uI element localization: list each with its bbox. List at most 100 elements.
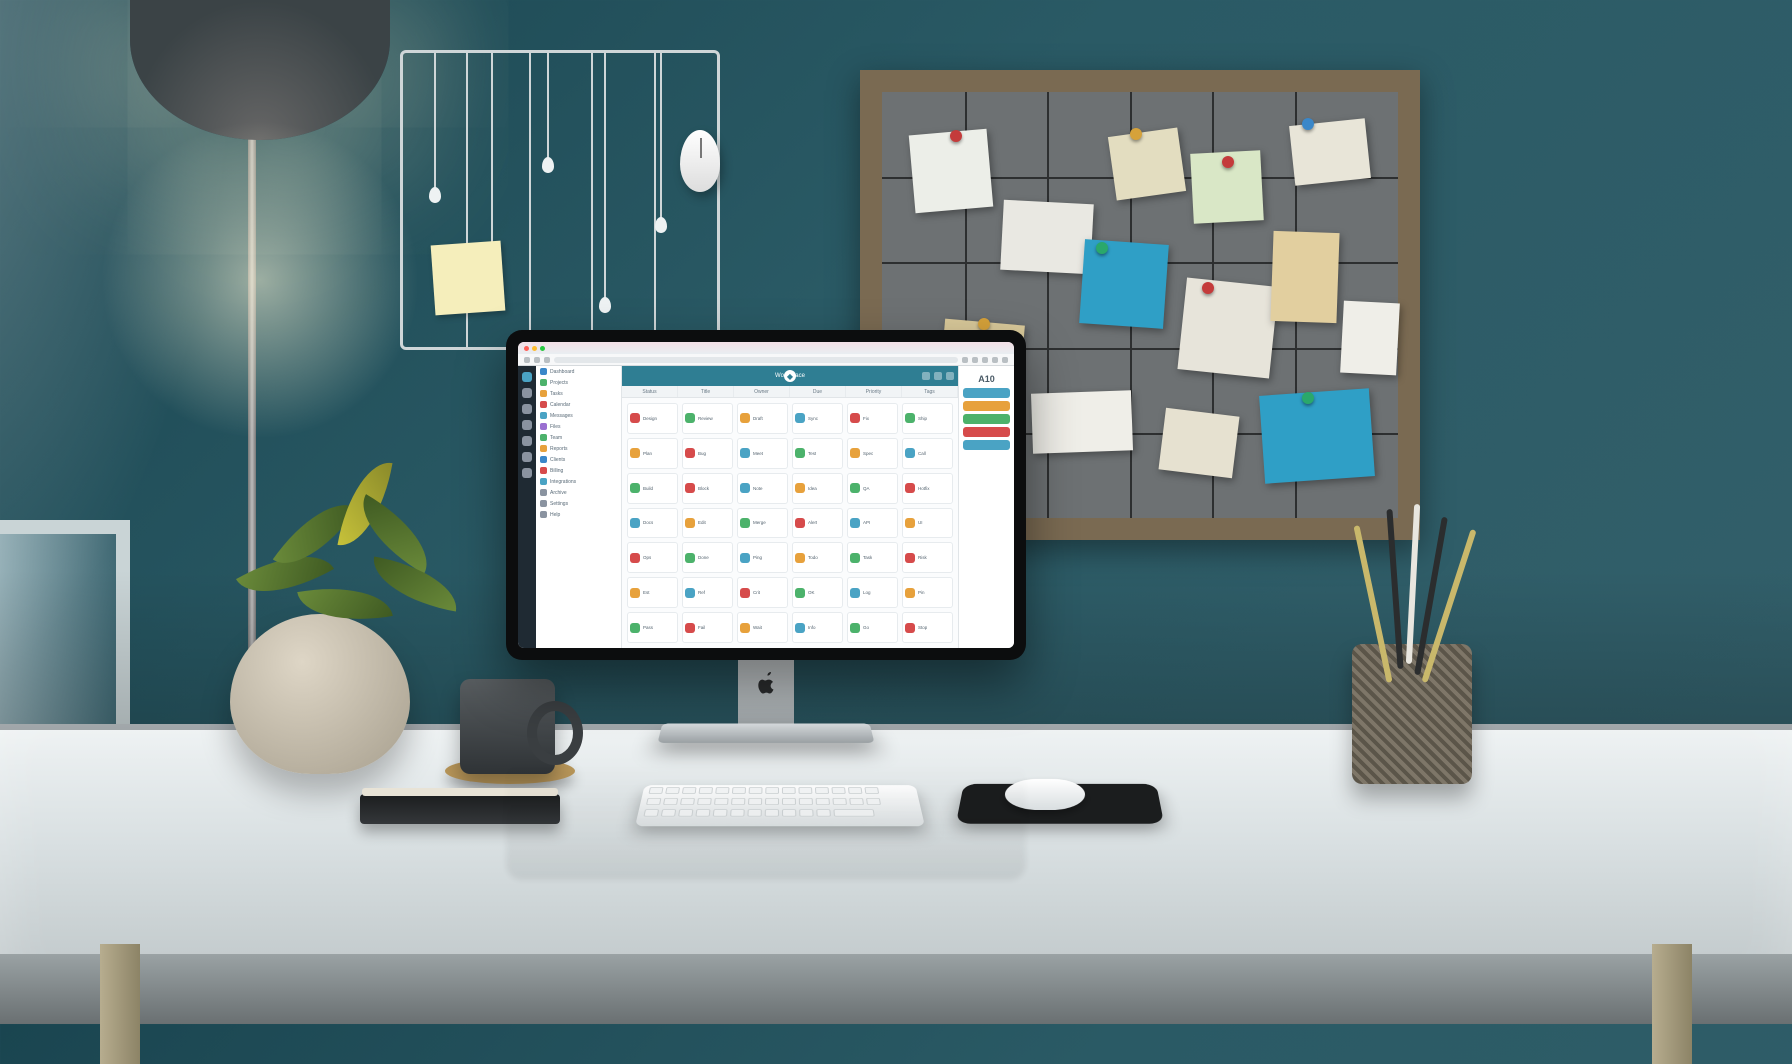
card[interactable]: Pass <box>627 612 678 643</box>
extension-icon[interactable] <box>982 357 988 363</box>
card[interactable]: Meet <box>737 438 788 469</box>
sidebar-item[interactable]: Help <box>536 509 621 520</box>
card-grid[interactable]: DesignReviewDraftSyncFixShipPlanBugMeetT… <box>622 398 958 648</box>
card[interactable]: Note <box>737 473 788 504</box>
card[interactable]: Build <box>627 473 678 504</box>
chat-icon[interactable] <box>522 388 532 398</box>
status-badge <box>905 448 915 458</box>
card[interactable]: Review <box>682 403 733 434</box>
column-header[interactable]: Due <box>790 386 846 397</box>
sidebar-item[interactable]: Reports <box>536 443 621 454</box>
sidebar-item[interactable]: Integrations <box>536 476 621 487</box>
sidebar-item[interactable]: Projects <box>536 377 621 388</box>
card[interactable]: OK <box>792 577 843 608</box>
sidebar-item[interactable]: Clients <box>536 454 621 465</box>
card[interactable]: Fix <box>847 403 898 434</box>
card[interactable]: Todo <box>792 542 843 573</box>
card[interactable]: Docs <box>627 508 678 539</box>
forward-icon[interactable] <box>534 357 540 363</box>
card[interactable]: Hotfix <box>902 473 953 504</box>
menu-icon[interactable] <box>1002 357 1008 363</box>
window-minimize-icon[interactable] <box>532 346 537 351</box>
card[interactable]: Design <box>627 403 678 434</box>
card[interactable]: Plan <box>627 438 678 469</box>
card[interactable]: Edit <box>682 508 733 539</box>
extension-icon[interactable] <box>962 357 968 363</box>
sidebar-item[interactable]: Billing <box>536 465 621 476</box>
card[interactable]: Pin <box>902 577 953 608</box>
card[interactable]: Crit <box>737 577 788 608</box>
status-badge <box>850 553 860 563</box>
pinned-note <box>1031 390 1133 453</box>
bell-icon[interactable] <box>934 372 942 380</box>
card[interactable]: Idea <box>792 473 843 504</box>
app-logo-icon[interactable]: ◆ <box>784 370 796 382</box>
card[interactable]: Ship <box>902 403 953 434</box>
card[interactable]: Draft <box>737 403 788 434</box>
card[interactable]: Merge <box>737 508 788 539</box>
card[interactable]: QA <box>847 473 898 504</box>
window-close-icon[interactable] <box>524 346 529 351</box>
filter-chip[interactable] <box>963 440 1010 450</box>
card[interactable]: Log <box>847 577 898 608</box>
column-header[interactable]: Status <box>622 386 678 397</box>
card[interactable]: Info <box>792 612 843 643</box>
card[interactable]: Task <box>847 542 898 573</box>
card[interactable]: Go <box>847 612 898 643</box>
card[interactable]: Test <box>792 438 843 469</box>
card[interactable]: Fail <box>682 612 733 643</box>
search-icon[interactable] <box>922 372 930 380</box>
sidebar-item[interactable]: Archive <box>536 487 621 498</box>
card[interactable]: Done <box>682 542 733 573</box>
filter-chip[interactable] <box>963 401 1010 411</box>
sidebar-item[interactable]: Messages <box>536 410 621 421</box>
card[interactable]: Ping <box>737 542 788 573</box>
card[interactable]: Call <box>902 438 953 469</box>
card[interactable]: UI <box>902 508 953 539</box>
card[interactable]: Est <box>627 577 678 608</box>
card[interactable]: Block <box>682 473 733 504</box>
home-icon[interactable] <box>522 372 532 382</box>
calendar-icon[interactable] <box>522 404 532 414</box>
card-title: Todo <box>808 555 818 560</box>
reload-icon[interactable] <box>544 357 550 363</box>
column-header[interactable]: Tags <box>902 386 958 397</box>
column-header[interactable]: Priority <box>846 386 902 397</box>
files-icon[interactable] <box>522 420 532 430</box>
card[interactable]: Stop <box>902 612 953 643</box>
address-bar[interactable] <box>554 357 958 363</box>
sidebar-item[interactable]: Calendar <box>536 399 621 410</box>
back-icon[interactable] <box>524 357 530 363</box>
card[interactable]: API <box>847 508 898 539</box>
push-pin-icon <box>978 318 990 330</box>
browser-tab-strip[interactable] <box>518 342 1014 354</box>
sidebar-item[interactable]: Files <box>536 421 621 432</box>
status-badge <box>795 483 805 493</box>
avatar[interactable] <box>946 372 954 380</box>
filter-chip[interactable] <box>963 427 1010 437</box>
filter-chip[interactable] <box>963 414 1010 424</box>
card[interactable]: Sync <box>792 403 843 434</box>
sidebar-item[interactable]: Tasks <box>536 388 621 399</box>
tasks-icon[interactable] <box>522 436 532 446</box>
extension-icon[interactable] <box>992 357 998 363</box>
card[interactable]: Ops <box>627 542 678 573</box>
sidebar-item[interactable]: Team <box>536 432 621 443</box>
card[interactable]: Risk <box>902 542 953 573</box>
card[interactable]: Bug <box>682 438 733 469</box>
sidebar-item[interactable]: Dashboard <box>536 366 621 377</box>
column-header[interactable]: Owner <box>734 386 790 397</box>
settings-icon[interactable] <box>522 468 532 478</box>
card[interactable]: Ref <box>682 577 733 608</box>
window-maximize-icon[interactable] <box>540 346 545 351</box>
column-header[interactable]: Title <box>678 386 734 397</box>
browser-toolbar[interactable] <box>518 354 1014 366</box>
status-badge <box>850 413 860 423</box>
filter-chip[interactable] <box>963 388 1010 398</box>
extension-icon[interactable] <box>972 357 978 363</box>
card[interactable]: Alert <box>792 508 843 539</box>
apps-icon[interactable] <box>522 452 532 462</box>
sidebar-item[interactable]: Settings <box>536 498 621 509</box>
card[interactable]: Spec <box>847 438 898 469</box>
card[interactable]: Wait <box>737 612 788 643</box>
